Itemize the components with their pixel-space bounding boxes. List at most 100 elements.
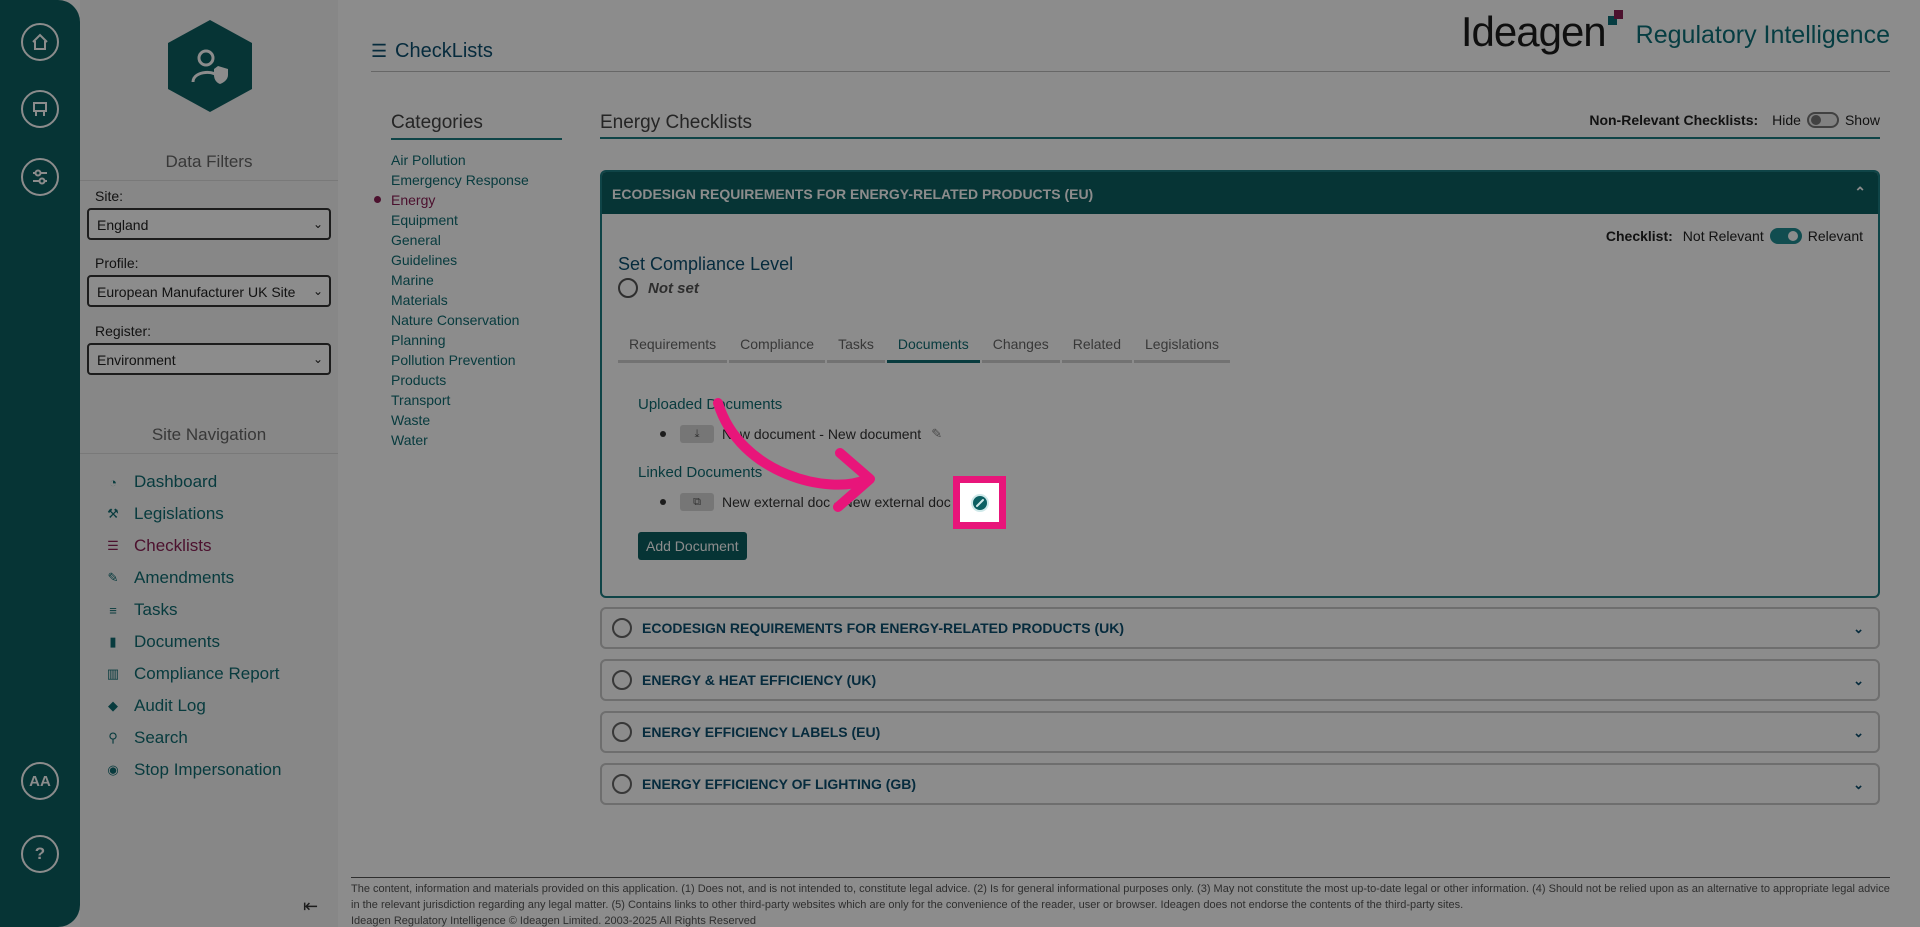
site-navigation-title: Site Navigation bbox=[80, 425, 338, 454]
category-waste[interactable]: Waste bbox=[391, 412, 430, 428]
tab-requirements[interactable]: Requirements bbox=[618, 330, 728, 363]
register-select[interactable]: Environment ⌄ bbox=[87, 343, 331, 375]
brand-subtitle: Regulatory Intelligence bbox=[1635, 21, 1890, 49]
checklist-panel-expanded: ECODESIGN REQUIREMENTS FOR ENERGY-RELATE… bbox=[600, 170, 1880, 598]
collapse-sidebar-icon[interactable]: ⇤ bbox=[303, 896, 318, 917]
highlighted-link-button[interactable] bbox=[953, 476, 1006, 529]
nav-dashboard[interactable]: ◔ Dashboard bbox=[104, 472, 217, 492]
checklist-accordion-item[interactable]: ENERGY EFFICIENCY LABELS (EU) ⌄ bbox=[600, 711, 1880, 753]
help-icon[interactable]: ? bbox=[21, 835, 59, 873]
nav-label: Amendments bbox=[134, 568, 235, 587]
nav-label: Tasks bbox=[134, 600, 178, 619]
category-air-pollution[interactable]: Air Pollution bbox=[391, 152, 466, 168]
relevance-toggle[interactable] bbox=[1769, 228, 1802, 244]
profile-label: Profile: bbox=[95, 255, 139, 271]
file-icon: ▮ bbox=[109, 634, 117, 649]
footer-copyright: Ideagen Regulatory Intelligence © Ideage… bbox=[351, 915, 756, 927]
footer-disclaimer: The content, information and materials p… bbox=[351, 883, 1890, 911]
category-marine[interactable]: Marine bbox=[391, 272, 434, 288]
nav-documents[interactable]: ▮ Documents bbox=[104, 632, 220, 652]
checklist-accordion-item[interactable]: ECODESIGN REQUIREMENTS FOR ENERGY-RELATE… bbox=[600, 607, 1880, 649]
compliance-radio[interactable] bbox=[612, 618, 632, 638]
sidebar: Data Filters Site: England ⌄ Profile: Eur… bbox=[80, 0, 338, 927]
sliders-icon[interactable] bbox=[21, 158, 59, 196]
category-materials[interactable]: Materials bbox=[391, 292, 448, 308]
link-icon[interactable] bbox=[970, 493, 989, 512]
active-category-bullet bbox=[374, 196, 381, 203]
nav-tasks[interactable]: ≡ Tasks bbox=[104, 600, 177, 620]
chevron-down-icon[interactable]: ⌄ bbox=[1853, 725, 1864, 741]
compliance-radio[interactable] bbox=[612, 670, 632, 690]
tab-changes[interactable]: Changes bbox=[981, 330, 1060, 363]
non-relevant-toggle-group: Non-Relevant Checklists: Hide Show bbox=[1589, 112, 1880, 128]
category-equipment[interactable]: Equipment bbox=[391, 212, 458, 228]
nav-label: Documents bbox=[134, 632, 220, 651]
page-title-text: CheckLists bbox=[395, 40, 493, 62]
category-nature-conservation[interactable]: Nature Conservation bbox=[391, 312, 519, 328]
accordion-title: ECODESIGN REQUIREMENTS FOR ENERGY-RELATE… bbox=[642, 620, 1124, 636]
nav-search[interactable]: ⚲ Search bbox=[104, 728, 188, 748]
edit-icon: ✎ bbox=[107, 570, 119, 585]
chevron-down-icon[interactable]: ⌄ bbox=[1853, 777, 1864, 793]
category-transport[interactable]: Transport bbox=[391, 392, 450, 408]
relevant-label: Relevant bbox=[1807, 228, 1863, 244]
compliance-radio[interactable] bbox=[618, 278, 638, 298]
chart-icon: ▥ bbox=[106, 666, 120, 681]
nav-stop-impersonation[interactable]: ◉ Stop Impersonation bbox=[104, 760, 281, 780]
nav-checklists[interactable]: ☰ Checklists bbox=[104, 536, 211, 556]
tutorial-arrow bbox=[713, 398, 875, 512]
nav-label: Compliance Report bbox=[134, 664, 280, 683]
profile-shield-logo bbox=[168, 20, 252, 112]
tab-related[interactable]: Related bbox=[1061, 330, 1133, 363]
nav-legislations[interactable]: ⚒ Legislations bbox=[104, 504, 224, 524]
tab-legislations[interactable]: Legislations bbox=[1134, 330, 1230, 363]
checklist-accordion-item[interactable]: ENERGY EFFICIENCY OF LIGHTING (GB) ⌄ bbox=[600, 763, 1880, 805]
category-emergency-response[interactable]: Emergency Response bbox=[391, 172, 529, 188]
chevron-up-icon[interactable]: ⌃ bbox=[1854, 184, 1866, 201]
tab-documents[interactable]: Documents bbox=[886, 330, 980, 363]
accordion-title: ENERGY EFFICIENCY OF LIGHTING (GB) bbox=[642, 776, 917, 792]
category-water[interactable]: Water bbox=[391, 432, 428, 448]
brand-mark-icon bbox=[1607, 10, 1624, 30]
home-icon[interactable] bbox=[21, 23, 59, 61]
category-energy[interactable]: Energy bbox=[391, 192, 435, 208]
add-document-button[interactable]: Add Document bbox=[638, 532, 747, 560]
compliance-radio[interactable] bbox=[612, 774, 632, 794]
chevron-down-icon: ⌄ bbox=[312, 352, 323, 366]
nav-amendments[interactable]: ✎ Amendments bbox=[104, 568, 235, 588]
list-icon: ☰ bbox=[107, 538, 119, 553]
chevron-down-icon[interactable]: ⌄ bbox=[1853, 673, 1864, 689]
list-icon: ☰ bbox=[371, 41, 388, 61]
site-select[interactable]: England ⌄ bbox=[87, 208, 331, 240]
tags-icon: ◆ bbox=[108, 698, 118, 713]
building-icon[interactable] bbox=[21, 90, 59, 128]
compliance-radio[interactable] bbox=[612, 722, 632, 742]
footer: The content, information and materials p… bbox=[351, 877, 1890, 927]
category-products[interactable]: Products bbox=[391, 372, 446, 388]
nav-audit-log[interactable]: ◆ Audit Log bbox=[104, 696, 206, 716]
checklist-panel-header[interactable]: ECODESIGN REQUIREMENTS FOR ENERGY-RELATE… bbox=[602, 172, 1878, 214]
profile-select[interactable]: European Manufacturer UK Site ⌄ bbox=[87, 275, 331, 307]
dashboard-icon: ◔ bbox=[109, 474, 117, 490]
site-label: Site: bbox=[95, 188, 124, 204]
chevron-down-icon[interactable]: ⌄ bbox=[1853, 621, 1864, 637]
nav-label: Dashboard bbox=[134, 472, 218, 491]
category-guidelines[interactable]: Guidelines bbox=[391, 252, 457, 268]
category-general[interactable]: General bbox=[391, 232, 441, 248]
checklist-label: Checklist: bbox=[1605, 228, 1673, 244]
nav-compliance-report[interactable]: ▥ Compliance Report bbox=[104, 664, 280, 684]
accessibility-text-size-icon[interactable]: AA bbox=[21, 762, 59, 800]
tab-compliance[interactable]: Compliance bbox=[729, 330, 826, 363]
checklist-accordion-item[interactable]: ENERGY & HEAT EFFICIENCY (UK) ⌄ bbox=[600, 659, 1880, 701]
tab-tasks[interactable]: Tasks bbox=[827, 330, 885, 363]
nav-label: Search bbox=[134, 728, 188, 747]
chevron-down-icon: ⌄ bbox=[312, 217, 323, 231]
compliance-value: Not set bbox=[648, 279, 699, 297]
category-pollution-prevention[interactable]: Pollution Prevention bbox=[391, 352, 516, 368]
category-planning[interactable]: Planning bbox=[391, 332, 446, 348]
compliance-level-option[interactable]: Not set bbox=[618, 278, 699, 298]
non-relevant-toggle[interactable] bbox=[1806, 112, 1839, 128]
checklist-panel-title: ECODESIGN REQUIREMENTS FOR ENERGY-RELATE… bbox=[612, 186, 1094, 202]
list-bullet bbox=[660, 499, 666, 505]
checklists-heading: Energy Checklists bbox=[600, 112, 753, 133]
